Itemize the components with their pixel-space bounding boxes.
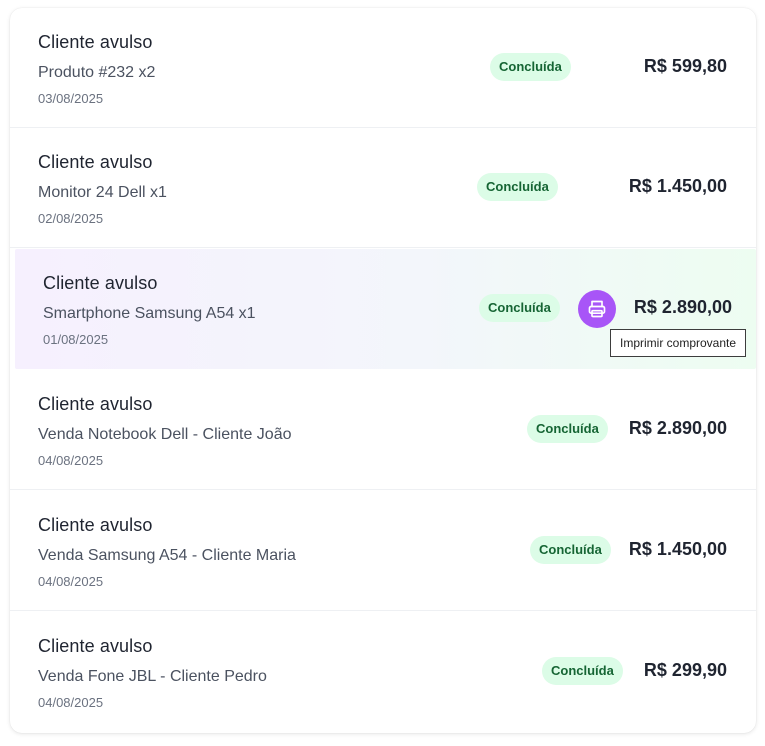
sale-amount: R$ 2.890,00 [628, 418, 727, 438]
sale-date: 04/08/2025 [38, 695, 104, 710]
sale-amount: R$ 1.450,00 [628, 176, 727, 196]
client-name: Cliente avulso [38, 515, 153, 535]
sale-description: Smartphone Samsung A54 x1 [43, 305, 256, 322]
sale-row[interactable]: Cliente avulso Monitor 24 Dell x1 02/08/… [10, 128, 756, 248]
client-name: Cliente avulso [38, 394, 153, 414]
sales-list-card: Cliente avulso Produto #232 x2 03/08/202… [10, 8, 756, 733]
client-name: Cliente avulso [43, 273, 158, 293]
status-badge: Concluída [527, 415, 608, 443]
sale-description: Produto #232 x2 [38, 64, 156, 81]
sale-date: 02/08/2025 [38, 211, 104, 226]
status-badge: Concluída [542, 657, 623, 685]
sale-amount: R$ 2.890,00 [633, 297, 732, 317]
sale-description: Venda Notebook Dell - Cliente João [38, 426, 292, 443]
printer-icon [587, 299, 607, 319]
sale-row[interactable]: Cliente avulso Venda Notebook Dell - Cli… [10, 370, 756, 490]
sale-description: Monitor 24 Dell x1 [38, 184, 167, 201]
sale-description: Venda Samsung A54 - Cliente Maria [38, 547, 296, 564]
status-badge: Concluída [477, 173, 558, 201]
client-name: Cliente avulso [38, 636, 153, 656]
sale-date: 03/08/2025 [38, 91, 104, 106]
client-name: Cliente avulso [38, 152, 153, 172]
print-receipt-button[interactable] [578, 290, 616, 328]
status-badge: Concluída [479, 294, 560, 322]
sale-amount: R$ 599,80 [643, 56, 727, 76]
sale-row[interactable]: Cliente avulso Venda Fone JBL - Cliente … [10, 612, 756, 732]
sale-row-hovered[interactable]: Cliente avulso Smartphone Samsung A54 x1… [15, 249, 756, 369]
sale-amount: R$ 299,90 [643, 660, 727, 680]
sale-row[interactable]: Cliente avulso Venda Samsung A54 - Clien… [10, 491, 756, 611]
sale-date: 04/08/2025 [38, 574, 104, 589]
sale-date: 04/08/2025 [38, 453, 104, 468]
print-tooltip: Imprimir comprovante [610, 329, 747, 357]
client-name: Cliente avulso [38, 32, 153, 52]
sale-amount: R$ 1.450,00 [628, 539, 727, 559]
status-badge: Concluída [530, 536, 611, 564]
sale-description: Venda Fone JBL - Cliente Pedro [38, 668, 267, 685]
sale-row[interactable]: Cliente avulso Produto #232 x2 03/08/202… [10, 8, 756, 128]
sale-date: 01/08/2025 [43, 332, 109, 347]
status-badge: Concluída [490, 53, 571, 81]
